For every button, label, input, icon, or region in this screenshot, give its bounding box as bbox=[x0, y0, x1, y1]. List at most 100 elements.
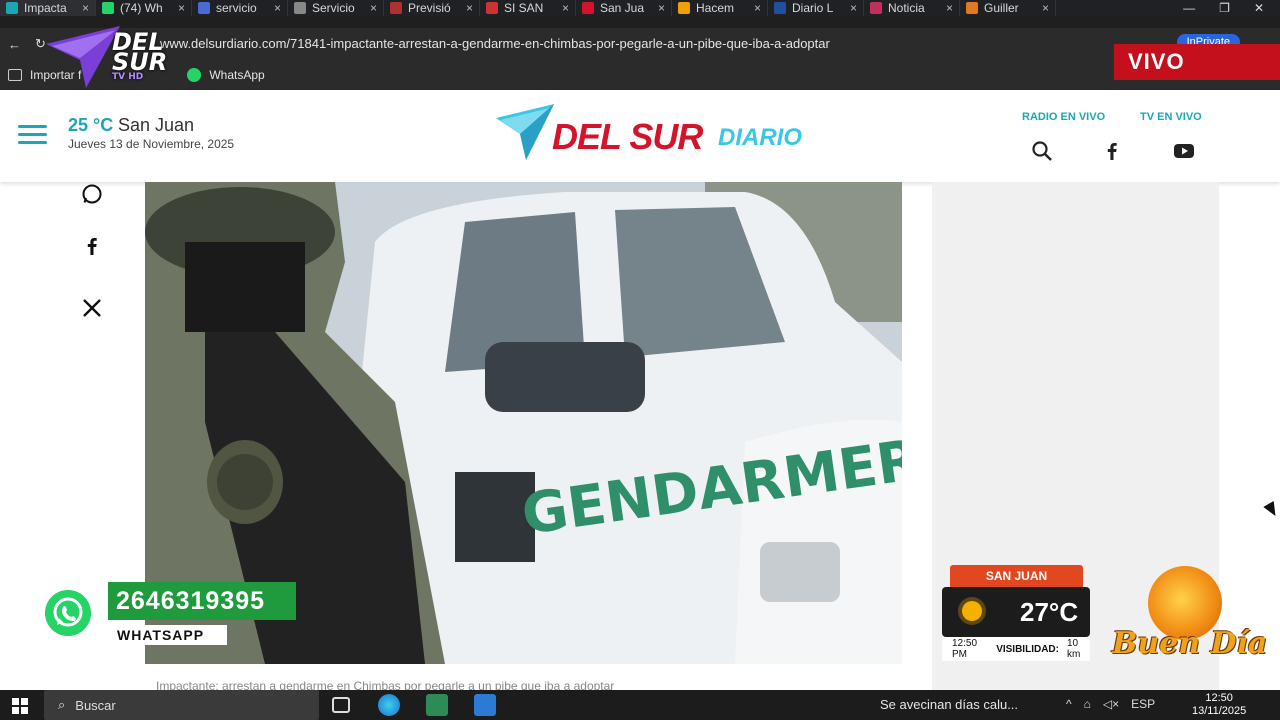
whatsapp-number: 2646319395 bbox=[108, 582, 296, 620]
system-tray: ^ ⌂ ◁× ESP bbox=[1066, 697, 1155, 711]
photo-caption: Impactante: arrestan a gendarme en Chimb… bbox=[156, 679, 615, 690]
windows-start-icon[interactable] bbox=[12, 698, 28, 714]
tab-close-icon[interactable]: × bbox=[754, 1, 761, 15]
search-taskbar-icon: ⌕ bbox=[58, 697, 66, 712]
bookmarks-bar: Importar f WhatsApp bbox=[0, 60, 1280, 90]
reload-icon[interactable]: ↻ bbox=[35, 36, 46, 52]
tab-favicon-icon bbox=[198, 2, 210, 14]
tab-favicon-icon bbox=[678, 2, 690, 14]
minimize-icon[interactable]: — bbox=[1183, 1, 1195, 15]
clock-time: 12:50 bbox=[1205, 692, 1233, 704]
tab-label: Servicio bbox=[312, 1, 355, 15]
taskbar-search-label: Buscar bbox=[75, 697, 116, 713]
tab-label: servicio bbox=[216, 1, 257, 15]
tab-close-icon[interactable]: × bbox=[850, 1, 857, 15]
volume-icon[interactable]: ◁× bbox=[1103, 697, 1119, 711]
nav-tv-en-vivo[interactable]: TV EN VIVO bbox=[1140, 111, 1202, 123]
browser-tab[interactable]: Servicio × bbox=[288, 0, 384, 16]
tab-favicon-icon bbox=[390, 2, 402, 14]
url-field[interactable]: www.delsurdiario.com/71841-impactante-ar… bbox=[160, 36, 830, 51]
weather-time: 12:50 PM bbox=[952, 638, 978, 660]
store-icon[interactable] bbox=[426, 694, 448, 716]
tab-close-icon[interactable]: × bbox=[178, 1, 185, 15]
browser-tab[interactable]: Impacta × bbox=[0, 0, 96, 16]
whatsapp-label: WHATSAPP bbox=[113, 625, 227, 645]
header-city: San Juan bbox=[118, 115, 195, 135]
tab-close-icon[interactable]: × bbox=[466, 1, 473, 15]
close-window-icon[interactable]: ✕ bbox=[1254, 1, 1264, 15]
tab-favicon-icon bbox=[870, 2, 882, 14]
browser-tab[interactable]: (74) Wh × bbox=[96, 0, 192, 16]
tab-favicon-icon bbox=[774, 2, 786, 14]
browser-tab[interactable]: San Jua × bbox=[576, 0, 672, 16]
tab-label: Hacem bbox=[696, 1, 735, 15]
tab-label: SI SAN bbox=[504, 1, 544, 15]
nav-radio-en-vivo[interactable]: RADIO EN VIVO bbox=[1022, 111, 1105, 123]
tray-chevron-icon[interactable]: ^ bbox=[1066, 697, 1072, 711]
tab-label: (74) Wh bbox=[120, 1, 163, 15]
share-column bbox=[74, 182, 110, 342]
tab-label: Noticia bbox=[888, 1, 925, 15]
browser-tab[interactable]: servicio × bbox=[192, 0, 288, 16]
tab-favicon-icon bbox=[582, 2, 594, 14]
logo-sub-text: DIARIO bbox=[718, 124, 802, 151]
buen-dia-logo: Buen Día bbox=[1108, 562, 1268, 666]
x-share-icon[interactable] bbox=[80, 296, 104, 320]
tv-logo-line2: SUR bbox=[112, 48, 168, 76]
tab-favicon-icon bbox=[966, 2, 978, 14]
back-icon[interactable]: ← bbox=[8, 37, 21, 52]
visibility-value: 10 km bbox=[1066, 638, 1081, 660]
import-icon bbox=[8, 69, 22, 81]
browser-tab[interactable]: Hacem × bbox=[672, 0, 768, 16]
address-bar: ← ↻ www.delsurdiario.com/71841-impactant… bbox=[0, 28, 1280, 60]
tab-close-icon[interactable]: × bbox=[82, 1, 89, 15]
browser-tab[interactable]: Noticia × bbox=[864, 0, 960, 16]
browser-tab-bar: Impacta × (74) Wh × servicio × Servicio × Previs… bbox=[0, 0, 1280, 16]
tab-favicon-icon bbox=[6, 2, 18, 14]
app-icon[interactable] bbox=[474, 694, 496, 716]
browser-tab[interactable]: Diario L × bbox=[768, 0, 864, 16]
facebook-share-icon[interactable] bbox=[80, 234, 104, 258]
taskbar-search[interactable]: ⌕ Buscar bbox=[44, 690, 319, 720]
site-header: 25 °C San Juan Jueves 13 de Noviembre, 2… bbox=[0, 90, 1280, 182]
header-temperature: 25 °C bbox=[68, 115, 114, 135]
visibility-label: VISIBILIDAD: bbox=[996, 643, 1059, 655]
browser-tab[interactable]: Previsió × bbox=[384, 0, 480, 16]
tab-close-icon[interactable]: × bbox=[370, 1, 377, 15]
task-view-icon[interactable] bbox=[332, 697, 350, 713]
logo-arrow-icon bbox=[496, 104, 554, 160]
restore-icon[interactable]: ❐ bbox=[1219, 1, 1230, 15]
tab-favicon-icon bbox=[102, 2, 114, 14]
tab-close-icon[interactable]: × bbox=[946, 1, 953, 15]
site-logo[interactable]: DEL SUR DIARIO bbox=[496, 104, 806, 166]
facebook-icon[interactable] bbox=[1101, 140, 1123, 162]
weather-city: SAN JUAN bbox=[950, 565, 1083, 587]
clock-date: 13/11/2025 bbox=[1192, 705, 1247, 717]
network-icon[interactable]: ⌂ bbox=[1084, 697, 1091, 711]
whatsapp-share-icon[interactable] bbox=[80, 182, 104, 206]
tab-label: Previsió bbox=[408, 1, 451, 15]
search-icon[interactable] bbox=[1031, 140, 1053, 162]
tab-favicon-icon bbox=[294, 2, 306, 14]
whatsapp-logo-icon bbox=[45, 590, 91, 636]
tab-label: San Jua bbox=[600, 1, 645, 15]
tab-label: Diario L bbox=[792, 1, 834, 15]
tab-close-icon[interactable]: × bbox=[562, 1, 569, 15]
edge-icon[interactable] bbox=[378, 694, 400, 716]
taskbar-clock[interactable]: 12:50 13/11/2025 bbox=[1192, 692, 1246, 718]
youtube-icon[interactable] bbox=[1173, 140, 1195, 162]
tab-close-icon[interactable]: × bbox=[274, 1, 281, 15]
sun-icon bbox=[962, 601, 982, 621]
browser-tab[interactable]: Guiller × bbox=[960, 0, 1056, 16]
browser-tab[interactable]: SI SAN × bbox=[480, 0, 576, 16]
whatsapp-contact-overlay: 2646319395 WHATSAPP bbox=[33, 582, 297, 646]
tray-lang[interactable]: ESP bbox=[1131, 697, 1155, 711]
tab-close-icon[interactable]: × bbox=[658, 1, 665, 15]
menu-icon[interactable] bbox=[18, 125, 47, 145]
tab-label: Impacta bbox=[24, 1, 67, 15]
tab-close-icon[interactable]: × bbox=[1042, 1, 1049, 15]
taskbar-news[interactable]: Se avecinan días calu... bbox=[880, 697, 1018, 712]
bookmark-whatsapp[interactable]: WhatsApp bbox=[209, 68, 264, 82]
logo-main-text: DEL SUR bbox=[552, 116, 703, 157]
weather-temp: 27°C bbox=[1020, 597, 1079, 627]
